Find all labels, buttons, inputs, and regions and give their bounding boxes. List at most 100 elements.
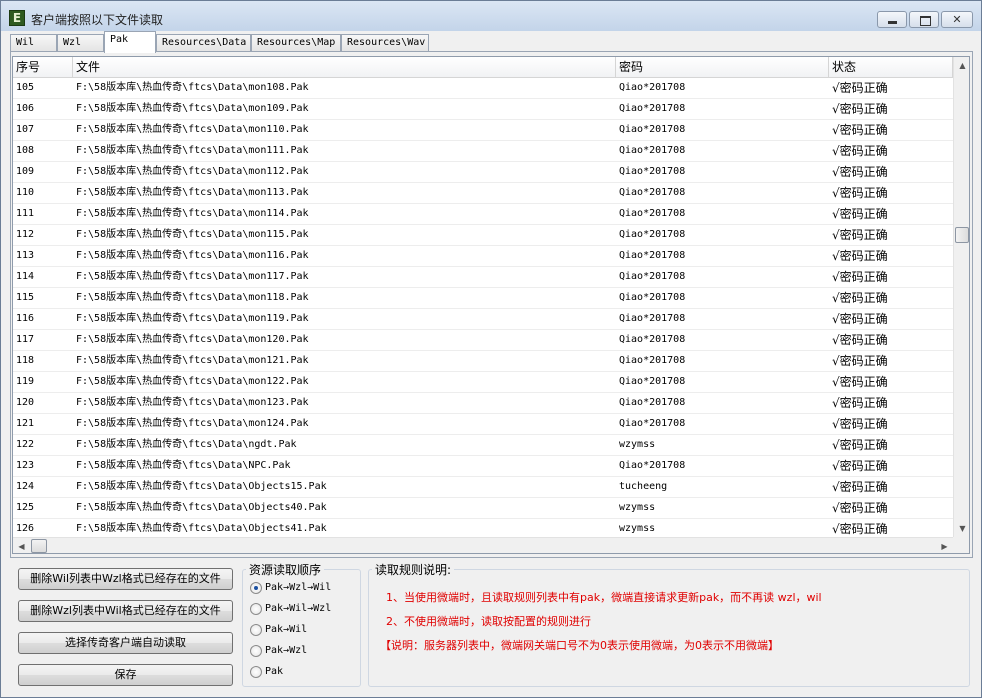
status-cell: √密码正确 [832,249,888,263]
status-cell: √密码正确 [832,102,888,116]
status-cell: √密码正确 [832,144,888,158]
password-cell: wzymss [619,439,656,450]
rule-line-2: 2、不使用微端时，读取按配置的规则进行 [386,615,591,628]
table-row[interactable]: 108 F:\58版本库\热血传奇\ftcs\Data\mon111.Pak Qia… [13,141,953,162]
index-cell: 117 [16,334,35,345]
file-cell: F:\58版本库\热血传奇\ftcs\Data\mon119.Pak [76,313,309,324]
table-row[interactable]: 117 F:\58版本库\热血传奇\ftcs\Data\mon120.Pak Qia… [13,330,953,351]
window-title: 客户端按照以下文件读取 [31,13,164,27]
radio-selected-icon[interactable] [250,582,262,594]
table-row[interactable]: 116 F:\58版本库\热血传奇\ftcs\Data\mon119.Pak Qia… [13,309,953,330]
table-row[interactable]: 114 F:\58版本库\热血传奇\ftcs\Data\mon117.Pak Qia… [13,267,953,288]
main-window: E 客户端按照以下文件读取 ✕ Wil Wzl Pak Resources\Da… [0,0,982,698]
table-row[interactable]: 120 F:\58版本库\热血传奇\ftcs\Data\mon123.Pak Qia… [13,393,953,414]
horizontal-scroll-thumb[interactable] [31,539,47,553]
file-cell: F:\58版本库\热血传奇\ftcs\Data\mon121.Pak [76,355,309,366]
tab-resources-wav[interactable]: Resources\Wav [341,34,429,52]
column-header-status[interactable]: 状态 [829,57,953,77]
status-cell: √密码正确 [832,291,888,305]
table-row[interactable]: 115 F:\58版本库\热血传奇\ftcs\Data\mon118.Pak Qia… [13,288,953,309]
status-cell: √密码正确 [832,312,888,326]
maximize-button[interactable] [909,11,939,28]
column-header-password[interactable]: 密码 [616,57,829,77]
auto-read-client-button[interactable]: 选择传奇客户端自动读取 [18,632,233,654]
file-cell: F:\58版本库\热血传奇\ftcs\Data\mon114.Pak [76,208,309,219]
list-rows: 105 F:\58版本库\热血传奇\ftcs\Data\mon108.Pak Qia… [13,78,953,540]
table-row[interactable]: 111 F:\58版本库\热血传奇\ftcs\Data\mon114.Pak Qia… [13,204,953,225]
status-cell: √密码正确 [832,396,888,410]
tab-wzl[interactable]: Wzl [57,34,104,52]
table-row[interactable]: 113 F:\58版本库\热血传奇\ftcs\Data\mon116.Pak Qia… [13,246,953,267]
save-button[interactable]: 保存 [18,664,233,686]
file-cell: F:\58版本库\热血传奇\ftcs\Data\mon108.Pak [76,82,309,93]
radio-icon[interactable] [250,603,262,615]
table-row[interactable]: 110 F:\58版本库\热血传奇\ftcs\Data\mon113.Pak Qia… [13,183,953,204]
password-cell: tucheeng [619,481,668,492]
delete-wzl-duplicates-button[interactable]: 删除Wzl列表中Wil格式已经存在的文件 [18,600,233,622]
tab-wil[interactable]: Wil [10,34,57,52]
tab-resources-map[interactable]: Resources\Map [251,34,341,52]
file-cell: F:\58版本库\热血传奇\ftcs\Data\mon112.Pak [76,166,309,177]
list-header: 序号 文件 密码 状态 [13,57,953,78]
table-row[interactable]: 123 F:\58版本库\热血传奇\ftcs\Data\NPC.Pak Qiao*2… [13,456,953,477]
password-cell: wzymss [619,502,656,513]
table-row[interactable]: 107 F:\58版本库\热血传奇\ftcs\Data\mon110.Pak Qia… [13,120,953,141]
status-cell: √密码正确 [832,123,888,137]
radio-icon[interactable] [250,624,262,636]
close-button[interactable]: ✕ [941,11,973,28]
status-cell: √密码正确 [832,501,888,515]
file-cell: F:\58版本库\热血传奇\ftcs\Data\mon120.Pak [76,334,309,345]
file-list[interactable]: 序号 文件 密码 状态 105 F:\58版本库\热血传奇\ftcs\Data\m… [12,56,970,554]
status-cell: √密码正确 [832,207,888,221]
scroll-right-icon[interactable]: ▶ [936,538,953,553]
column-header-index[interactable]: 序号 [13,57,73,77]
rule-line-1: 1、当使用微端时，且读取规则列表中有pak，微端直接请求更新pak，而不再读 w… [386,591,822,604]
file-cell: F:\58版本库\热血传奇\ftcs\Data\mon118.Pak [76,292,309,303]
table-row[interactable]: 118 F:\58版本库\热血传奇\ftcs\Data\mon121.Pak Qia… [13,351,953,372]
password-cell: Qiao*201708 [619,355,686,366]
table-row[interactable]: 109 F:\58版本库\热血传奇\ftcs\Data\mon112.Pak Qia… [13,162,953,183]
password-cell: Qiao*201708 [619,208,686,219]
tab-resources-data[interactable]: Resources\Data [156,34,251,52]
table-row[interactable]: 105 F:\58版本库\热血传奇\ftcs\Data\mon108.Pak Qia… [13,78,953,99]
password-cell: Qiao*201708 [619,145,686,156]
index-cell: 124 [16,481,35,492]
column-header-file[interactable]: 文件 [73,57,616,77]
password-cell: Qiao*201708 [619,271,686,282]
index-cell: 122 [16,439,35,450]
table-row[interactable]: 124 F:\58版本库\热血传奇\ftcs\Data\Objects15.Pak… [13,477,953,498]
file-cell: F:\58版本库\热血传奇\ftcs\Data\Objects15.Pak [76,481,327,492]
index-cell: 114 [16,271,35,282]
delete-wil-duplicates-button[interactable]: 删除Wil列表中Wzl格式已经存在的文件 [18,568,233,590]
table-row[interactable]: 112 F:\58版本库\热血传奇\ftcs\Data\mon115.Pak Qia… [13,225,953,246]
table-row[interactable]: 122 F:\58版本库\热血传奇\ftcs\Data\ngdt.Pak wzyms… [13,435,953,456]
file-cell: F:\58版本库\热血传奇\ftcs\Data\mon122.Pak [76,376,309,387]
table-row[interactable]: 106 F:\58版本库\热血传奇\ftcs\Data\mon109.Pak Qia… [13,99,953,120]
scroll-left-icon[interactable]: ◀ [13,538,30,553]
password-cell: Qiao*201708 [619,250,686,261]
radio-icon[interactable] [250,666,262,678]
file-cell: F:\58版本库\热血传奇\ftcs\Data\mon115.Pak [76,229,309,240]
vertical-scroll-thumb[interactable] [955,227,969,243]
minimize-button[interactable] [877,11,907,28]
app-icon: E [9,10,25,26]
tab-pak[interactable]: Pak [104,31,156,53]
table-row[interactable]: 121 F:\58版本库\热血传奇\ftcs\Data\mon124.Pak Qia… [13,414,953,435]
table-row[interactable]: 125 F:\58版本库\热血传奇\ftcs\Data\Objects40.Pak… [13,498,953,519]
table-row[interactable]: 119 F:\58版本库\热血传奇\ftcs\Data\mon122.Pak Qia… [13,372,953,393]
index-cell: 107 [16,124,35,135]
radio-icon[interactable] [250,645,262,657]
password-cell: Qiao*201708 [619,292,686,303]
read-rules-label: 读取规则说明: [372,561,455,578]
status-cell: √密码正确 [832,438,888,452]
horizontal-scrollbar[interactable]: ◀ ▶ [13,537,953,553]
index-cell: 116 [16,313,35,324]
scroll-down-icon[interactable]: ▼ [954,520,969,537]
file-cell: F:\58版本库\热血传奇\ftcs\Data\Objects40.Pak [76,502,327,513]
password-cell: Qiao*201708 [619,229,686,240]
status-cell: √密码正确 [832,480,888,494]
scrollbar-corner [953,537,969,553]
scroll-up-icon[interactable]: ▲ [954,57,969,74]
vertical-scrollbar[interactable]: ▲ ▼ [953,57,969,537]
title-bar[interactable]: E 客户端按照以下文件读取 ✕ [1,1,981,31]
